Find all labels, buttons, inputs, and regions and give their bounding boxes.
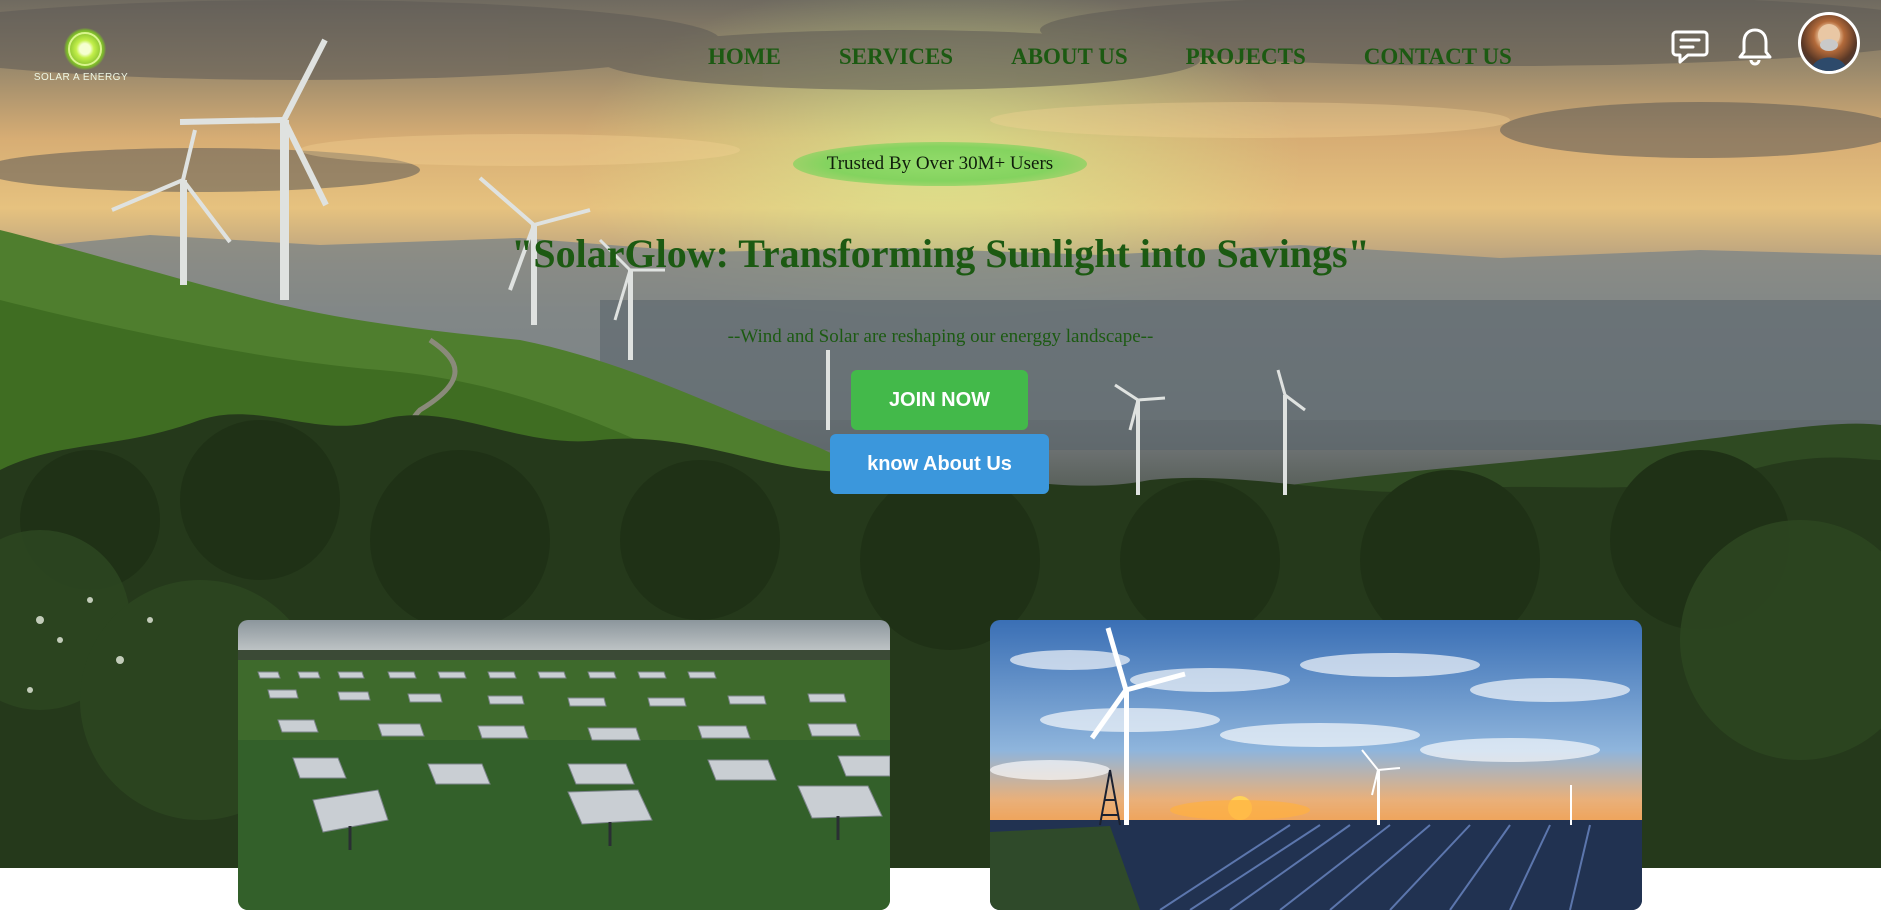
brand-logo[interactable]: SOLAR A ENERGY xyxy=(28,26,134,88)
logo-text: SOLAR A ENERGY xyxy=(33,72,129,83)
solar-farm-image xyxy=(238,620,890,910)
message-icon xyxy=(1671,30,1709,64)
nav-services[interactable]: SERVICES xyxy=(839,44,953,70)
wind-solar-sunset-image xyxy=(990,620,1642,910)
nav-home[interactable]: HOME xyxy=(708,44,781,70)
profile-picture xyxy=(1811,24,1847,71)
avatar[interactable] xyxy=(1798,12,1860,74)
notifications-button[interactable] xyxy=(1735,26,1775,66)
nav-contact-us[interactable]: CONTACT US xyxy=(1364,44,1512,70)
nav-about-us[interactable]: ABOUT US xyxy=(1011,44,1128,70)
messages-button[interactable] xyxy=(1670,26,1710,66)
trust-badge: Trusted By Over 30M+ Users xyxy=(793,142,1087,186)
solar-farm-illustration xyxy=(238,620,890,910)
hero-subline: --Wind and Solar are reshaping our energ… xyxy=(727,326,1154,347)
hero-headline: "SolarGlow: Transforming Sunlight into S… xyxy=(511,231,1370,276)
main-nav: HOME SERVICES ABOUT US PROJECTS CONTACT … xyxy=(708,44,1512,70)
nav-projects[interactable]: PROJECTS xyxy=(1186,44,1306,70)
wind-solar-sunset-illustration xyxy=(990,620,1642,910)
logo-ring xyxy=(68,32,102,66)
bell-icon xyxy=(1738,28,1772,66)
know-about-us-button[interactable]: know About Us xyxy=(830,434,1049,494)
join-now-button[interactable]: JOIN NOW xyxy=(851,370,1028,430)
